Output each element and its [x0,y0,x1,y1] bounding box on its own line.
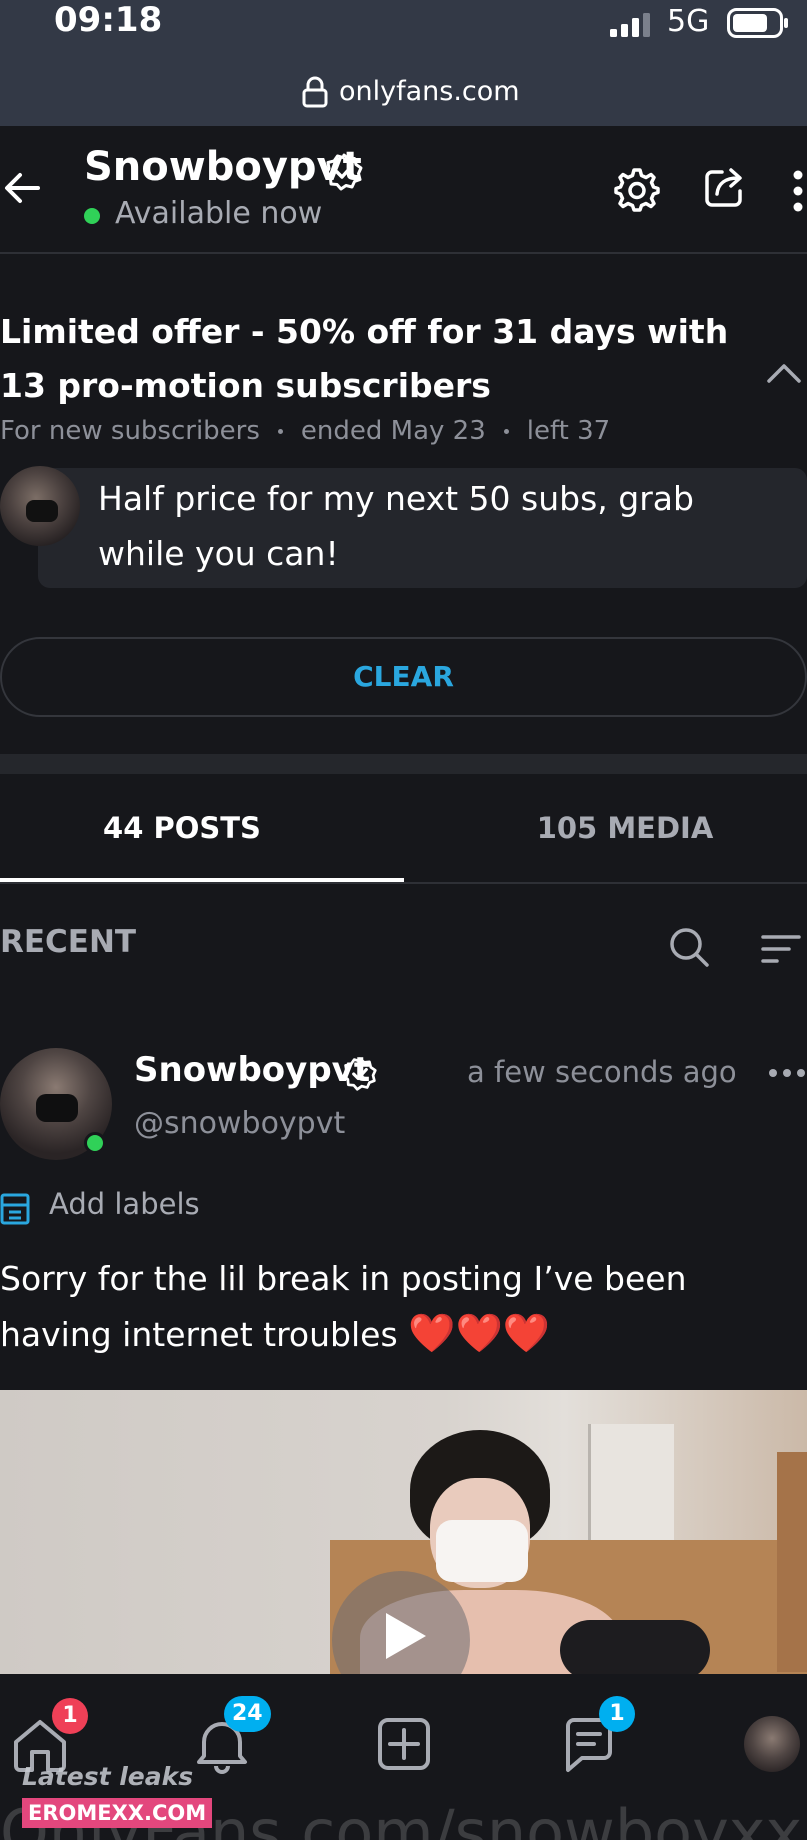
chevron-up-icon[interactable] [766,361,802,385]
offer-title: Limited offer - 50% off for 31 days with… [0,312,729,405]
post-timestamp: a few seconds ago [467,1055,737,1089]
more-horizontal-icon[interactable] [768,1066,806,1080]
network-type: 5G [667,4,710,39]
media-background [777,1452,807,1672]
active-tab-indicator [0,878,404,882]
bottom-navigation: 1 24 1 OnlyFans.com/snowboyxx Latest lea… [0,1674,807,1840]
signal-strength-icon [610,13,650,37]
sort-icon[interactable] [759,932,803,966]
separator-dot [503,429,509,434]
add-post-icon[interactable] [372,1712,436,1776]
verified-icon [324,153,363,191]
offer-end-date: ended May 23 [300,416,486,446]
profile-avatar-tab[interactable] [744,1716,800,1772]
battery-icon [727,8,788,38]
verified-icon [342,1057,377,1091]
play-icon [386,1613,426,1659]
profile-name: Snowboypvt [84,144,362,190]
settings-icon[interactable] [612,166,660,214]
post-author-online-dot [84,1132,106,1154]
offer-remaining: left 37 [526,416,611,446]
separator-dot [277,429,283,434]
lock-icon [302,76,328,108]
watermark-site: EROMEXX.COM [22,1798,213,1828]
tab-posts[interactable]: 44 POSTS [0,776,364,884]
post-media-video[interactable] [0,1390,807,1674]
status-bar: 09:18 5G [0,0,807,58]
post-text: Sorry for the lil break in posting I’ve … [0,1251,790,1362]
section-divider [0,754,807,774]
offer-meta: For new subscribers ended May 23 left 37 [0,416,610,446]
share-icon[interactable] [702,164,748,210]
media-subject [436,1520,528,1582]
back-arrow-icon[interactable] [2,168,42,208]
home-badge: 1 [52,1698,88,1734]
status-time: 09:18 [54,0,163,40]
heart-emoji: ❤️❤️❤️ [408,1311,551,1355]
messages-badge: 1 [599,1696,635,1732]
offer-message-bubble: Half price for my next 50 subs, grab whi… [38,468,807,588]
post-body: Sorry for the lil break in posting I’ve … [0,1259,687,1354]
online-status-dot [84,208,100,224]
url-text: onlyfans.com [339,76,520,107]
post-author-handle[interactable]: @snowboypvt [134,1106,345,1141]
feed-section-label: RECENT [0,924,137,960]
label-icon[interactable] [0,1193,30,1225]
tab-media[interactable]: 105 MEDIA [425,776,807,884]
notifications-badge: 24 [224,1696,271,1732]
availability-status: Available now [115,196,323,231]
add-labels-link[interactable]: Add labels [49,1187,200,1221]
content-tabs: 44 POSTS 105 MEDIA [0,776,807,884]
offer-avatar [0,466,80,546]
offer-message: Half price for my next 50 subs, grab whi… [98,479,694,573]
limited-offer-panel: Limited offer - 50% off for 31 days with… [0,283,807,773]
profile-header: Snowboypvt Available now [0,126,807,254]
media-subject [560,1620,710,1674]
offer-audience: For new subscribers [0,416,260,446]
clear-button[interactable]: CLEAR [0,637,807,717]
more-vertical-icon[interactable] [790,168,807,214]
browser-url-bar[interactable]: onlyfans.com [0,58,807,126]
post-author-name[interactable]: Snowboypvt [134,1050,370,1090]
search-icon[interactable] [668,926,710,968]
watermark-label: Latest leaks [22,1762,194,1791]
